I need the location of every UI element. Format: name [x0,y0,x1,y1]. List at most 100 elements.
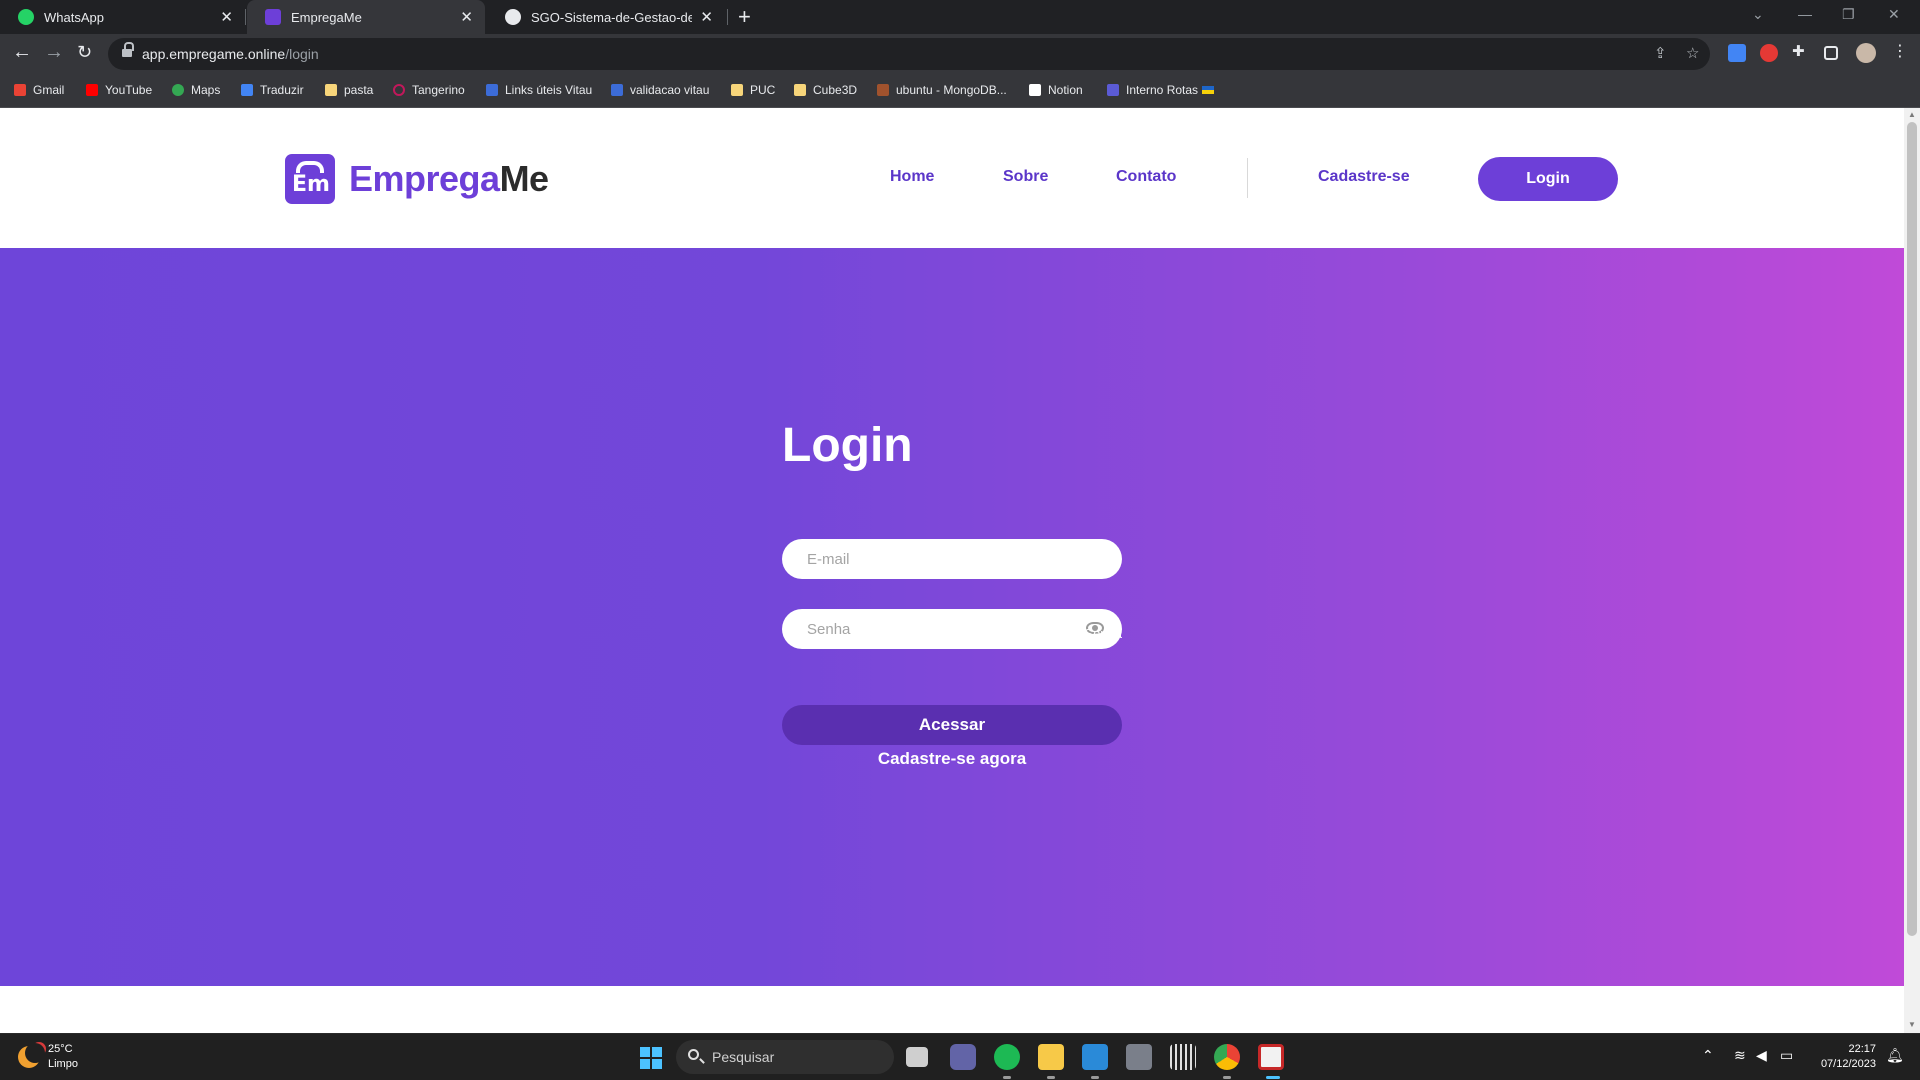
lock-icon [122,42,134,58]
spotify-icon[interactable] [994,1044,1020,1070]
nav-home-link[interactable]: Home [890,168,934,186]
tab-separator [727,9,728,25]
bookmark-label: validacao vitau [630,83,710,97]
forgot-password-link[interactable]: Esqueci a Senha [1022,626,1122,641]
header-login-button[interactable]: Login [1478,157,1618,201]
back-arrow-icon[interactable]: ← [12,41,32,64]
tab-search-chevron-icon[interactable]: ⌄ [1752,6,1764,23]
nav-cadastre-link[interactable]: Cadastre-se [1318,168,1410,186]
bookmark-traduzir[interactable]: Traduzir [241,83,304,97]
scrollbar-thumb[interactable] [1907,122,1917,936]
tab-empregame[interactable]: EmpregaMe ✕ [247,0,485,34]
tab-whatsapp[interactable]: WhatsApp ✕ [0,0,245,34]
tray-chevron-up-icon[interactable]: ⌃ [1702,1047,1714,1064]
minimize-icon[interactable]: — [1798,6,1812,22]
url-host: app.empregame.online [142,46,286,62]
bookmark-notion[interactable]: Notion [1029,83,1083,97]
wifi-icon[interactable]: ≋ [1734,1047,1746,1064]
signup-now-link[interactable]: Cadastre-se agora [782,749,1122,769]
weather-badge: 1 [32,1042,46,1056]
bookmark-ubuntu-mongodb[interactable]: ubuntu - MongoDB... [877,83,1007,97]
windows-start-icon[interactable] [640,1047,662,1069]
extensions-puzzle-icon[interactable]: ✚ [1792,42,1810,60]
google-translate-extension-icon[interactable] [1728,44,1746,62]
close-tab-icon[interactable]: ✕ [220,8,233,26]
page-scrollbar[interactable]: ▲ ▼ [1904,108,1920,1033]
weather-condition: Limpo [48,1058,78,1070]
close-window-icon[interactable]: ✕ [1888,6,1900,23]
logo-text-part1: Emprega [349,158,500,199]
file-explorer-icon[interactable] [1038,1044,1064,1070]
github-icon [505,9,521,25]
logo-text-part2: Me [499,158,550,199]
bookmark-label: Tangerino [412,83,465,97]
bookmark-cube3d[interactable]: Cube3D [794,83,857,97]
bookmark-label: Cube3D [813,83,858,97]
task-view-icon[interactable] [906,1047,928,1067]
folder-icon [794,84,806,96]
taskbar-search-box[interactable]: Pesquisar [676,1040,894,1074]
bookmarks-bar: Gmail YouTube Maps Traduzir pasta Tanger… [0,74,1920,108]
bookmark-gmail[interactable]: Gmail [14,83,64,97]
teams-icon[interactable] [950,1044,976,1070]
chrome-icon[interactable] [1214,1044,1240,1070]
snipping-tool-icon[interactable] [1258,1044,1284,1070]
forward-arrow-icon[interactable]: → [44,41,64,64]
nav-sobre-link[interactable]: Sobre [1003,168,1048,186]
bookmark-validacao-vitau[interactable]: validacao vitau [611,83,709,97]
logo-text: EmpregaMe [349,158,549,200]
notification-bell-icon[interactable]: 🔔︎ [1886,1047,1904,1064]
system-clock[interactable]: 22:17 07/12/2023 [1812,1042,1876,1072]
java-icon [877,84,889,96]
weather-widget[interactable]: 1 25°C Limpo [18,1042,78,1072]
gmail-icon [14,84,26,96]
tab-github[interactable]: SGO-Sistema-de-Gestao-de-ON ✕ [487,0,725,34]
audio-app-icon[interactable] [1170,1044,1196,1070]
url-text[interactable]: app.empregame.online/login [142,46,319,62]
profile-avatar[interactable] [1856,43,1876,63]
bookmark-puc[interactable]: PUC [731,83,775,97]
bookmark-label: PUC [750,83,776,97]
bookmark-pasta[interactable]: pasta [325,83,373,97]
new-tab-button[interactable]: + [738,4,751,30]
bookmark-links-vitau[interactable]: Links úteis Vitau [486,83,592,97]
tab-title: SGO-Sistema-de-Gestao-de-ON [531,9,693,25]
address-bar[interactable]: app.empregame.online/login ⇪ ☆ [108,38,1710,70]
browser-toolbar: ← → ↻ app.empregame.online/login ⇪ ☆ ✚ ⋮ [0,34,1920,74]
close-tab-icon[interactable]: ✕ [700,8,713,26]
share-icon[interactable]: ⇪ [1654,44,1667,62]
scroll-down-arrow-icon[interactable]: ▼ [1908,1020,1916,1029]
reload-icon[interactable]: ↻ [77,42,92,63]
bookmark-interno-rotas[interactable]: Interno Rotas [1107,83,1215,97]
bookmark-youtube[interactable]: YouTube [86,83,152,97]
page-viewport: Em EmpregaMe Home Sobre Contato Cadastre… [0,108,1904,1033]
nav-contato-link[interactable]: Contato [1116,168,1176,186]
bookmark-label: Traduzir [260,83,304,97]
access-submit-button[interactable]: Acessar [782,705,1122,745]
battery-icon[interactable]: ▭ [1780,1047,1793,1064]
side-panel-icon[interactable] [1824,46,1838,60]
translate-icon [241,84,253,96]
taskbar-search-label: Pesquisar [712,1049,775,1065]
scroll-up-arrow-icon[interactable]: ▲ [1908,110,1916,119]
adblock-extension-icon[interactable] [1760,44,1778,62]
running-indicator [1003,1076,1011,1079]
bookmark-tangerino[interactable]: Tangerino [393,83,465,97]
site-header: Em EmpregaMe Home Sobre Contato Cadastre… [0,108,1904,248]
menu-kebab-icon[interactable]: ⋮ [1892,41,1910,60]
email-input[interactable] [782,539,1122,579]
running-indicator [1223,1076,1231,1079]
bookmark-star-icon[interactable]: ☆ [1686,44,1699,62]
clock-date: 07/12/2023 [1820,1058,1876,1070]
nav-divider [1247,158,1248,198]
restore-icon[interactable]: ❐ [1842,6,1855,23]
running-indicator [1047,1076,1055,1079]
volume-icon[interactable]: ◀ [1756,1047,1767,1064]
calculator-icon[interactable] [1126,1044,1152,1070]
bookmark-maps[interactable]: Maps [172,83,220,97]
bookmark-label: Links úteis Vitau [505,83,593,97]
close-tab-icon[interactable]: ✕ [460,8,473,26]
empregame-logo[interactable]: Em EmpregaMe [285,154,549,204]
flag-icon [1202,86,1215,94]
vscode-icon[interactable] [1082,1044,1108,1070]
